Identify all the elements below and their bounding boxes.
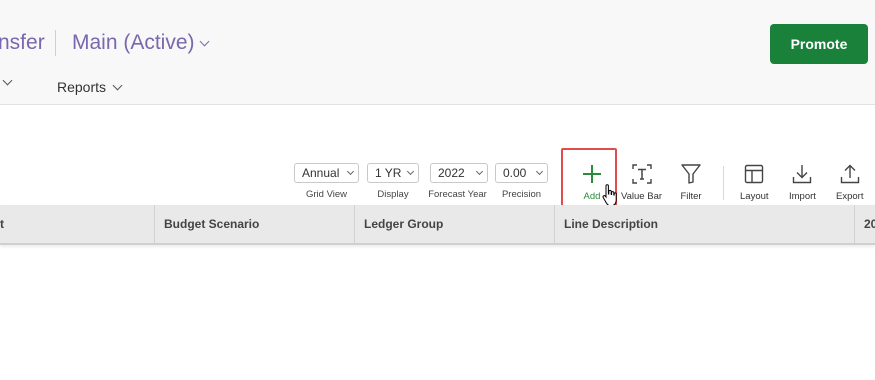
grid-view-control: Annual Grid View [294, 163, 359, 200]
chevron-down-icon [406, 167, 415, 176]
chevron-down-icon [535, 167, 544, 176]
app-header: nsfer Main (Active) Promote Reports [0, 0, 875, 105]
import-button[interactable]: Import [789, 163, 816, 202]
forecast-year-select[interactable]: 2022 [430, 163, 488, 183]
value-bar-button[interactable]: Value Bar [621, 163, 662, 202]
import-icon [793, 165, 812, 184]
display-select[interactable]: 1 YR [367, 163, 419, 183]
column-header-ledger-group[interactable]: Ledger Group [355, 205, 555, 243]
text-box-icon [631, 164, 652, 184]
export-label: Export [836, 191, 864, 202]
grid-view-value: Annual [302, 166, 340, 180]
chevron-down-icon [112, 80, 123, 90]
scenario-dropdown[interactable]: Main (Active) [72, 31, 209, 55]
chevron-down-icon [346, 167, 355, 176]
column-header-line-description[interactable]: Line Description [555, 205, 855, 243]
display-value: 1 YR [375, 166, 402, 180]
add-label: Add [583, 191, 601, 202]
forecast-year-value: 2022 [438, 166, 465, 180]
add-button[interactable]: Add [580, 163, 604, 202]
value-bar-label: Value Bar [621, 191, 663, 202]
display-control: 1 YR Display [367, 163, 419, 200]
filter-button[interactable]: Filter [680, 163, 702, 202]
layout-button[interactable]: Layout [740, 163, 769, 202]
grid-header-row: t Budget Scenario Ledger Group Line Desc… [0, 205, 875, 245]
nav-reports-menu[interactable]: Reports [57, 79, 123, 95]
display-label: Display [377, 189, 409, 200]
column-header-year[interactable]: 20 [855, 205, 875, 243]
chevron-down-icon[interactable] [2, 75, 13, 86]
title-separator [55, 30, 56, 56]
export-icon [840, 164, 859, 184]
precision-control: 0.00 Precision [495, 163, 548, 200]
toolbar-divider [723, 166, 724, 200]
layout-icon [745, 164, 764, 184]
export-button[interactable]: Export [836, 163, 863, 202]
forecast-year-label: Forecast Year [428, 189, 487, 200]
layout-label: Layout [740, 191, 769, 202]
column-header-first[interactable]: t [0, 205, 155, 243]
chevron-down-icon [199, 36, 209, 46]
precision-value: 0.00 [503, 166, 527, 180]
page-title: nsfer [0, 31, 45, 54]
scenario-label: Main (Active) [72, 31, 195, 54]
filter-label: Filter [680, 191, 702, 202]
chevron-down-icon [475, 167, 484, 176]
precision-label: Precision [501, 189, 542, 200]
promote-button[interactable]: Promote [770, 24, 868, 64]
nav-reports-label: Reports [57, 79, 107, 95]
import-label: Import [789, 191, 816, 202]
precision-select[interactable]: 0.00 [495, 163, 548, 183]
column-header-budget-scenario[interactable]: Budget Scenario [155, 205, 355, 243]
plus-icon [583, 165, 601, 183]
grid-view-label: Grid View [305, 189, 347, 200]
grid-view-select[interactable]: Annual [294, 163, 359, 183]
forecast-year-control: 2022 Forecast Year [427, 163, 488, 200]
filter-icon [681, 164, 701, 184]
